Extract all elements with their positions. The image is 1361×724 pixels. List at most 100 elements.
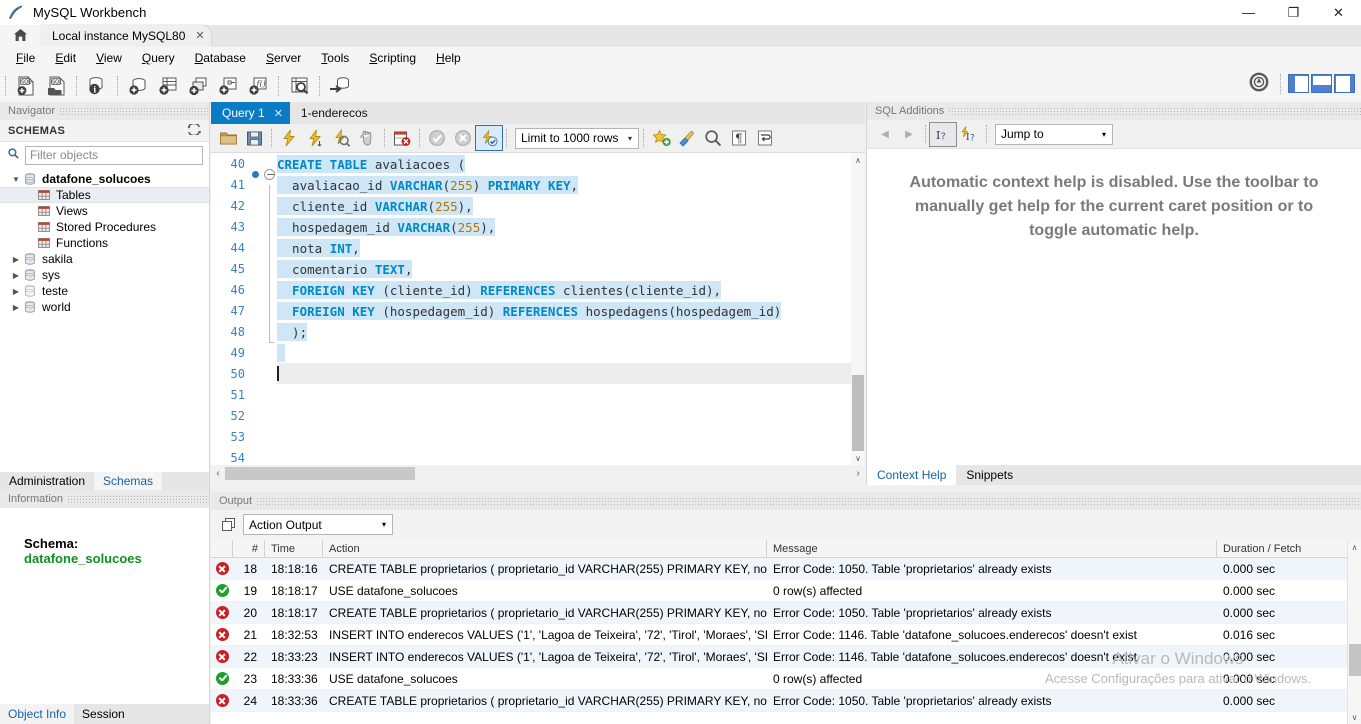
inspect-object-icon[interactable] (284, 73, 314, 99)
toggle-word-wrap-icon[interactable] (752, 126, 778, 150)
no-entry-icon[interactable] (1249, 72, 1269, 95)
beautify-query-icon[interactable] (674, 126, 700, 150)
table-row[interactable]: 24 18:33:36 CREATE TABLE proprietarios ( p… (211, 690, 1361, 712)
column-header-number[interactable]: # (233, 540, 265, 557)
close-button[interactable]: ✕ (1316, 0, 1361, 25)
chevron-right-icon[interactable]: ▶ (10, 287, 22, 296)
tab-snippets[interactable]: Snippets (956, 465, 1023, 485)
scroll-down-arrow-icon[interactable]: ∨ (1348, 710, 1361, 724)
close-icon[interactable]: ✕ (195, 30, 204, 42)
column-header-status[interactable] (211, 540, 233, 557)
explain-statement-icon[interactable] (328, 126, 354, 150)
scrollbar-thumb[interactable] (1349, 644, 1361, 676)
reconnect-to-server-icon[interactable] (325, 73, 355, 99)
column-header-action[interactable]: Action (323, 540, 767, 557)
chevron-down-icon[interactable]: ▾ (1096, 130, 1112, 139)
tree-node-world[interactable]: ▶ world (0, 299, 209, 315)
commit-transaction-icon[interactable] (424, 126, 450, 150)
tree-node-teste[interactable]: ▶ teste (0, 283, 209, 299)
chevron-right-icon[interactable]: ▶ (10, 255, 22, 264)
tree-node-functions[interactable]: Functions (0, 235, 209, 251)
stop-execution-icon[interactable] (354, 126, 380, 150)
minimize-button[interactable]: — (1226, 0, 1271, 25)
tab-context-help[interactable]: Context Help (867, 465, 957, 485)
chevron-right-icon[interactable]: ▶ (10, 271, 22, 280)
find-icon[interactable] (700, 126, 726, 150)
menu-help[interactable]: Help (426, 49, 471, 67)
new-view-icon[interactable] (183, 73, 213, 99)
tab-administration[interactable]: Administration (0, 472, 95, 490)
forward-arrow-icon[interactable]: ▶ (897, 129, 921, 140)
tree-node-stored-procedures[interactable]: Stored Procedures (0, 219, 209, 235)
editor-vertical-scrollbar[interactable]: ∧ ∨ (851, 153, 865, 465)
chevron-right-icon[interactable]: ▶ (10, 303, 22, 312)
tree-node-sakila[interactable]: ▶ sakila (0, 251, 209, 267)
menu-edit[interactable]: Edit (45, 49, 86, 67)
connection-tab-local-instance[interactable]: Local instance MySQL80 ✕ (40, 25, 211, 47)
table-row[interactable]: 20 18:18:17 CREATE TABLE proprietarios ( p… (211, 602, 1361, 624)
save-file-icon[interactable] (241, 126, 267, 150)
scroll-down-arrow-icon[interactable]: ∨ (851, 451, 865, 465)
new-table-icon[interactable] (153, 73, 183, 99)
tab-session[interactable]: Session (74, 704, 133, 724)
tab-query-1[interactable]: Query 1 ✕ (211, 102, 290, 124)
sidebar-layout-icon[interactable] (1288, 74, 1309, 93)
menu-file[interactable]: File (6, 49, 45, 67)
menu-query[interactable]: Query (132, 49, 185, 67)
tree-node-datafone_solucoes[interactable]: ▼ datafone_solucoes (0, 171, 209, 187)
toggle-autocommit-icon[interactable] (475, 125, 503, 151)
table-row[interactable]: 18 18:18:16 CREATE TABLE proprietarios ( p… (211, 558, 1361, 580)
server-info-icon[interactable]: i (82, 73, 112, 99)
menu-tools[interactable]: Tools (311, 49, 359, 67)
table-row[interactable]: 19 18:18:17 USE datafone_solucoes 0 row(s) … (211, 580, 1361, 602)
refresh-icon[interactable] (187, 122, 201, 138)
toggle-stop-on-error-icon[interactable] (389, 126, 415, 150)
automatic-context-help-icon[interactable]: I ? (956, 123, 982, 146)
maximize-button[interactable]: ❐ (1271, 0, 1316, 25)
copy-icon[interactable] (219, 517, 237, 532)
tree-node-sys[interactable]: ▶ sys (0, 267, 209, 283)
menu-database[interactable]: Database (185, 49, 256, 67)
column-header-duration[interactable]: Duration / Fetch (1217, 540, 1361, 557)
column-header-time[interactable]: Time (265, 540, 323, 557)
new-function-icon[interactable]: f() (243, 73, 273, 99)
scrollbar-track[interactable] (225, 465, 851, 482)
scroll-right-arrow-icon[interactable]: › (851, 468, 865, 479)
menu-server[interactable]: Server (256, 49, 311, 67)
open-sql-script-icon[interactable]: SQL (41, 73, 71, 99)
scroll-up-arrow-icon[interactable]: ∧ (1348, 540, 1361, 554)
chevron-down-icon[interactable]: ▾ (622, 134, 638, 143)
tab-1-enderecos[interactable]: 1-enderecos (290, 102, 375, 124)
table-row[interactable]: 21 18:32:53 INSERT INTO enderecos VALUES (… (211, 624, 1361, 646)
chevron-down-icon[interactable]: ▾ (376, 520, 392, 529)
tree-node-tables[interactable]: Tables (0, 187, 209, 203)
filter-objects-input[interactable]: Filter objects (25, 145, 203, 165)
tree-node-views[interactable]: Views (0, 203, 209, 219)
secondary-sidebar-layout-icon[interactable] (1334, 74, 1355, 93)
new-sql-tab-icon[interactable]: SQL (11, 73, 41, 99)
toggle-invisible-chars-icon[interactable]: ¶ (726, 126, 752, 150)
scrollbar-thumb[interactable] (225, 467, 415, 480)
new-stored-procedure-icon[interactable] (213, 73, 243, 99)
scroll-up-arrow-icon[interactable]: ∧ (851, 153, 865, 167)
save-snippet-icon[interactable] (648, 126, 674, 150)
scroll-left-arrow-icon[interactable]: ‹ (211, 468, 225, 479)
table-row[interactable]: 22 18:33:23 INSERT INTO enderecos VALUES (… (211, 646, 1361, 668)
sql-editor[interactable]: 40 CREATE TABLE avaliacoes (41 avaliacao_… (211, 153, 865, 465)
context-help-icon[interactable]: I ? (929, 121, 957, 147)
home-tab[interactable] (0, 25, 40, 47)
output-view-select[interactable]: Action Output ▾ (243, 514, 393, 535)
jump-to-select[interactable]: Jump to ▾ (995, 123, 1113, 145)
close-icon[interactable]: ✕ (274, 107, 283, 120)
back-arrow-icon[interactable]: ◀ (873, 129, 897, 140)
chevron-down-icon[interactable]: ▼ (10, 175, 22, 184)
output-vertical-scrollbar[interactable]: ∧ ∨ (1347, 540, 1361, 724)
tab-object-info[interactable]: Object Info (0, 704, 75, 724)
rollback-transaction-icon[interactable] (450, 126, 476, 150)
open-file-icon[interactable] (215, 126, 241, 150)
menu-view[interactable]: View (86, 49, 132, 67)
column-header-message[interactable]: Message (767, 540, 1217, 557)
scrollbar-thumb[interactable] (852, 375, 864, 451)
limit-rows-select[interactable]: Limit to 1000 rows ▾ (515, 127, 639, 149)
tab-schemas[interactable]: Schemas (94, 472, 163, 490)
